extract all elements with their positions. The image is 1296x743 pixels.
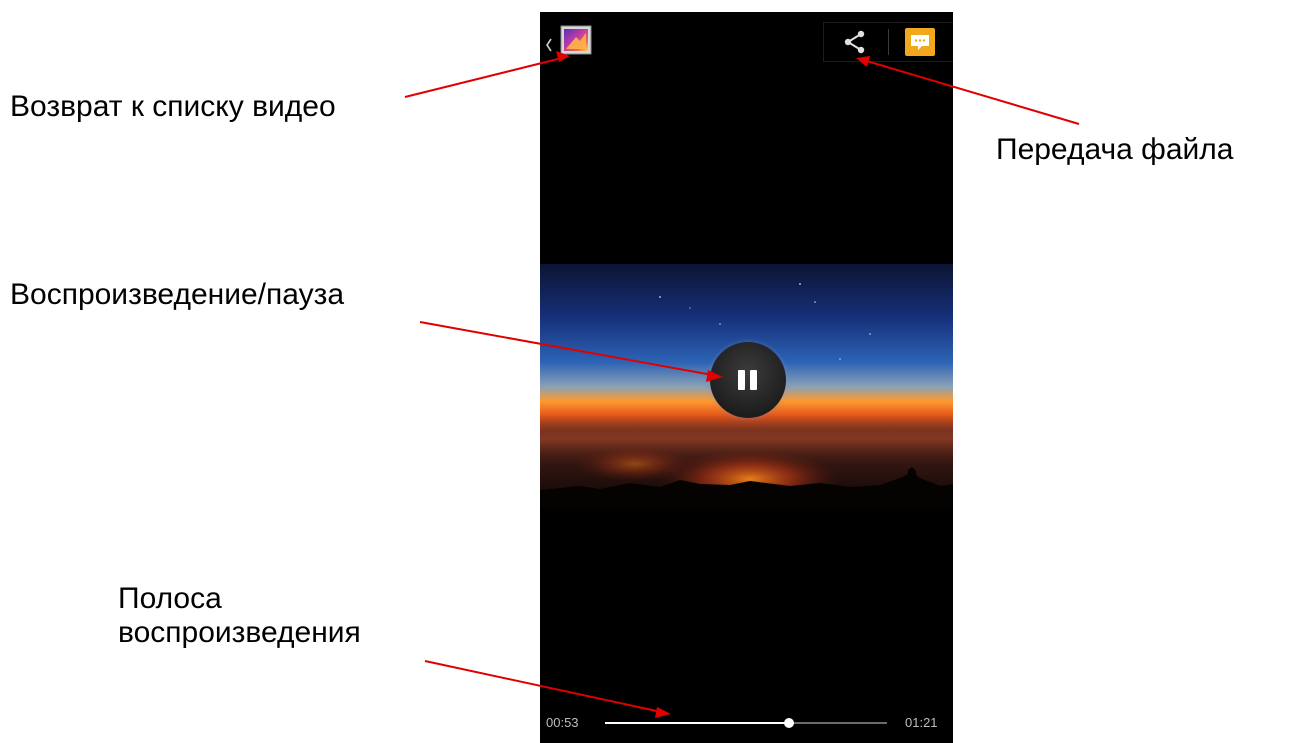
seek-bar[interactable] <box>605 713 887 733</box>
action-divider <box>888 29 889 55</box>
current-time: 00:53 <box>546 715 579 730</box>
message-button[interactable] <box>904 27 936 57</box>
annotated-screenshot: Возврат к списку видео Передача файла Во… <box>0 0 1296 743</box>
seek-thumb[interactable] <box>784 718 795 728</box>
gallery-thumbnail-icon <box>560 25 592 55</box>
seek-progress <box>605 722 790 724</box>
message-icon <box>905 28 935 56</box>
annotation-seek-bar: Полоса воспроизведения <box>118 582 361 650</box>
back-to-video-list-button[interactable] <box>542 25 592 65</box>
action-bar <box>823 22 953 62</box>
play-pause-button[interactable] <box>710 342 786 418</box>
annotation-back-to-list: Возврат к списку видео <box>10 90 336 123</box>
annotation-seek-line-1: Полоса <box>118 582 222 615</box>
chevron-left-icon <box>546 38 552 52</box>
share-button[interactable] <box>824 23 888 61</box>
video-player-screen: 00:53 01:21 <box>540 12 953 743</box>
pause-icon <box>738 370 757 390</box>
annotation-file-share: Передача файла <box>996 133 1234 166</box>
annotation-seek-line-2: воспроизведения <box>118 616 361 649</box>
share-icon <box>844 30 865 54</box>
annotation-play-pause: Воспроизведение/пауза <box>10 278 345 311</box>
total-time: 01:21 <box>905 715 938 730</box>
